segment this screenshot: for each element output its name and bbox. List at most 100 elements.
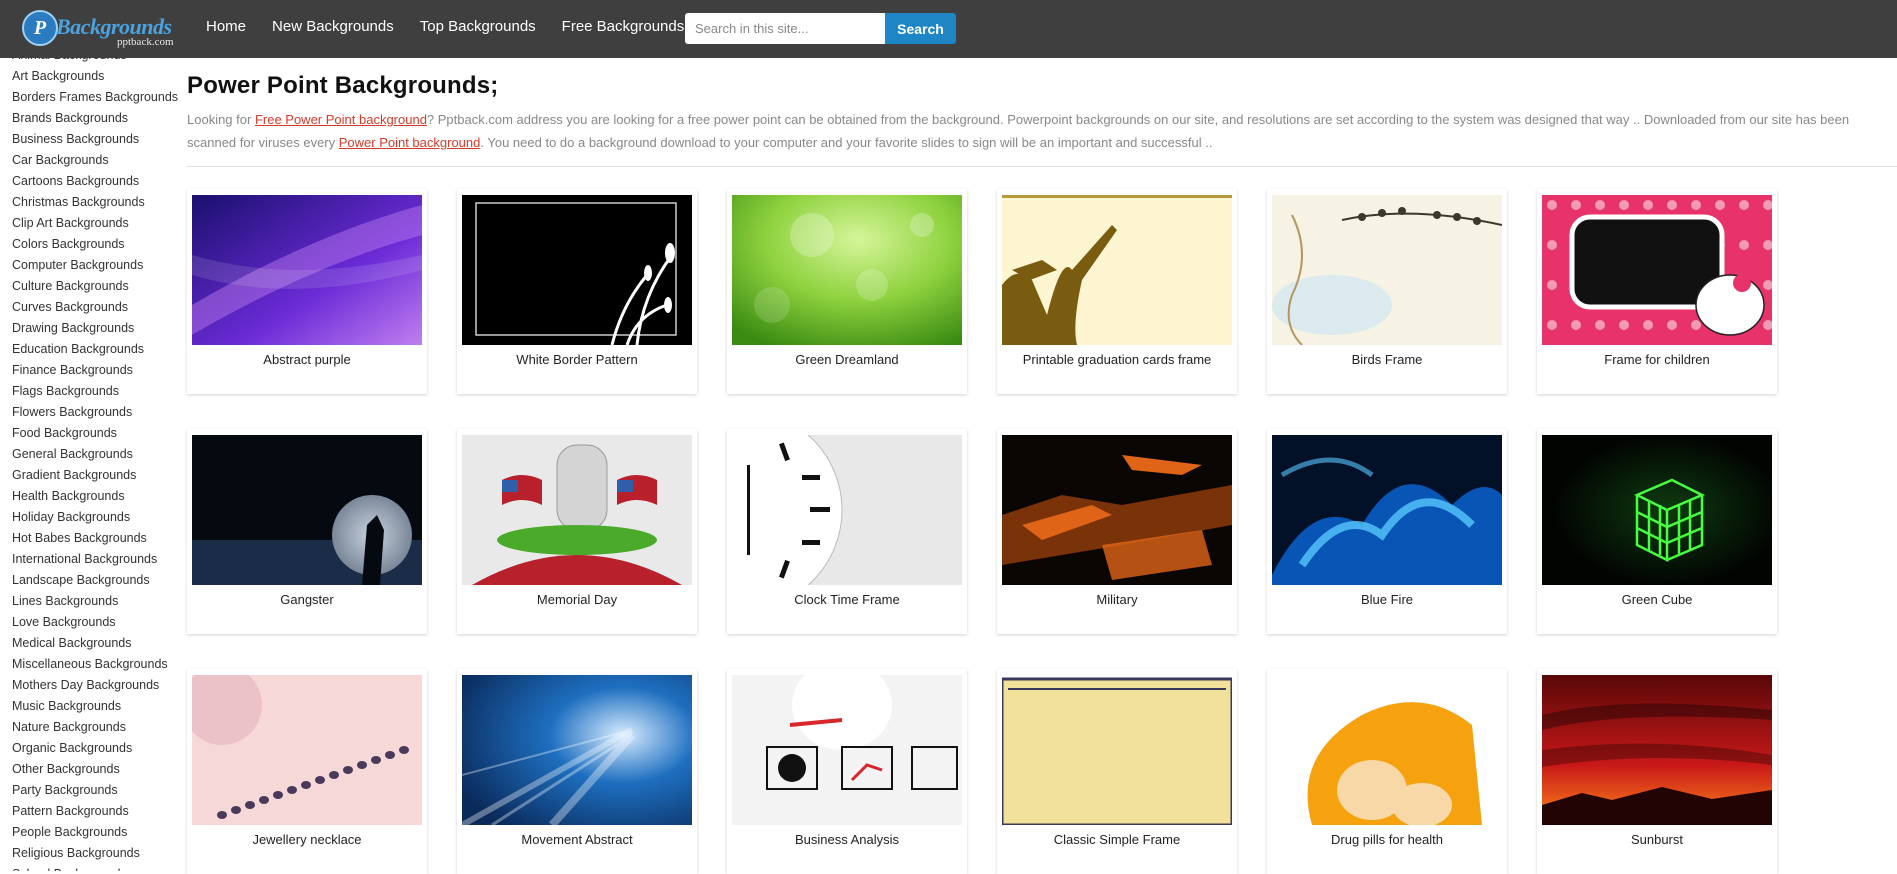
sidebar-item[interactable]: School Backgrounds [0,864,180,871]
sidebar-item[interactable]: Landscape Backgrounds [0,570,180,591]
sidebar-item[interactable]: Gradient Backgrounds [0,465,180,486]
card-title[interactable]: Movement Abstract [457,832,697,847]
card-title[interactable]: Business Analysis [727,832,967,847]
blue-fire-thumb[interactable] [1272,435,1502,585]
sidebar-item[interactable]: Nature Backgrounds [0,717,180,738]
card-title[interactable]: Frame for children [1537,352,1777,367]
background-card[interactable]: Jewellery necklace [187,669,427,874]
nav-free-backgrounds[interactable]: Free Backgrounds [562,18,685,35]
background-card[interactable]: Clock Time Frame [727,429,967,634]
military-thumb[interactable] [1002,435,1232,585]
card-title[interactable]: Drug pills for health [1267,832,1507,847]
free-power-point-background-link[interactable]: Free Power Point background [255,112,427,127]
classic-frame-thumb[interactable] [1002,675,1232,825]
sidebar-item[interactable]: Food Backgrounds [0,423,180,444]
site-logo[interactable]: P Backgrounds pptback.com [22,8,182,48]
gangster-thumb[interactable] [192,435,422,585]
sidebar-item[interactable]: Computer Backgrounds [0,255,180,276]
sidebar-item[interactable]: Clip Art Backgrounds [0,213,180,234]
background-card[interactable]: Drug pills for health [1267,669,1507,874]
business-analysis-thumb[interactable] [732,675,962,825]
nav-new-backgrounds[interactable]: New Backgrounds [272,18,394,35]
birds-frame-thumb[interactable] [1272,195,1502,345]
sidebar-item[interactable]: Cartoons Backgrounds [0,171,180,192]
pills-thumb[interactable] [1272,675,1502,825]
background-card[interactable]: Classic Simple Frame [997,669,1237,874]
sidebar-item[interactable]: Culture Backgrounds [0,276,180,297]
background-card[interactable]: Birds Frame [1267,189,1507,394]
sidebar-item[interactable]: Curves Backgrounds [0,297,180,318]
search-input[interactable] [685,13,885,44]
background-card[interactable]: Movement Abstract [457,669,697,874]
search-button[interactable]: Search [885,13,956,44]
sidebar-item[interactable]: Finance Backgrounds [0,360,180,381]
sidebar-item[interactable]: Organic Backgrounds [0,738,180,759]
sidebar-item[interactable]: Music Backgrounds [0,696,180,717]
card-title[interactable]: Blue Fire [1267,592,1507,607]
background-card[interactable]: White Border Pattern [457,189,697,394]
sidebar-item[interactable]: Flags Backgrounds [0,381,180,402]
green-cube-thumb[interactable] [1542,435,1772,585]
graduation-thumb[interactable] [1002,195,1232,345]
card-title[interactable]: White Border Pattern [457,352,697,367]
sidebar-item[interactable]: Religious Backgrounds [0,843,180,864]
sidebar-item[interactable]: International Backgrounds [0,549,180,570]
card-title[interactable]: Green Dreamland [727,352,967,367]
card-title[interactable]: Birds Frame [1267,352,1507,367]
card-title[interactable]: Jewellery necklace [187,832,427,847]
sidebar-item[interactable]: Colors Backgrounds [0,234,180,255]
sidebar-item[interactable]: Art Backgrounds [0,66,180,87]
sunburst-thumb[interactable] [1542,675,1772,825]
card-title[interactable]: Abstract purple [187,352,427,367]
sidebar-item[interactable]: General Backgrounds [0,444,180,465]
background-card[interactable]: Memorial Day [457,429,697,634]
background-card[interactable]: Green Dreamland [727,189,967,394]
sidebar-item[interactable]: Education Backgrounds [0,339,180,360]
card-title[interactable]: Printable graduation cards frame [997,352,1237,367]
memorial-day-thumb[interactable] [462,435,692,585]
clock-thumb[interactable] [732,435,962,585]
sidebar-item[interactable]: Other Backgrounds [0,759,180,780]
background-card[interactable]: Military [997,429,1237,634]
power-point-background-link[interactable]: Power Point background [339,135,481,150]
sidebar-item[interactable]: Business Backgrounds [0,129,180,150]
nav-top-backgrounds[interactable]: Top Backgrounds [420,18,536,35]
sidebar-item[interactable]: Health Backgrounds [0,486,180,507]
background-card[interactable]: Abstract purple [187,189,427,394]
sidebar-item[interactable]: Miscellaneous Backgrounds [0,654,180,675]
sidebar-item[interactable]: Christmas Backgrounds [0,192,180,213]
sidebar-item[interactable]: Brands Backgrounds [0,108,180,129]
sidebar-item[interactable]: Borders Frames Backgrounds [0,87,180,108]
card-title[interactable]: Sunburst [1537,832,1777,847]
background-card[interactable]: Blue Fire [1267,429,1507,634]
background-card[interactable]: Frame for children [1537,189,1777,394]
sidebar-item[interactable]: Drawing Backgrounds [0,318,180,339]
background-card[interactable]: Green Cube [1537,429,1777,634]
green-dreamland-thumb[interactable] [732,195,962,345]
sidebar-item[interactable]: Love Backgrounds [0,612,180,633]
sidebar-item[interactable]: Party Backgrounds [0,780,180,801]
movement-abstract-thumb[interactable] [462,675,692,825]
children-frame-thumb[interactable] [1542,195,1772,345]
nav-home[interactable]: Home [206,18,246,35]
sidebar-item[interactable]: Flowers Backgrounds [0,402,180,423]
white-border-thumb[interactable] [462,195,692,345]
background-card[interactable]: Business Analysis [727,669,967,874]
sidebar-item[interactable]: Hot Babes Backgrounds [0,528,180,549]
abstract-purple-thumb[interactable] [192,195,422,345]
card-title[interactable]: Classic Simple Frame [997,832,1237,847]
card-title[interactable]: Gangster [187,592,427,607]
sidebar-item[interactable]: People Backgrounds [0,822,180,843]
card-title[interactable]: Green Cube [1537,592,1777,607]
card-title[interactable]: Memorial Day [457,592,697,607]
sidebar-item[interactable]: Holiday Backgrounds [0,507,180,528]
card-title[interactable]: Military [997,592,1237,607]
necklace-thumb[interactable] [192,675,422,825]
sidebar-item[interactable]: Mothers Day Backgrounds [0,675,180,696]
sidebar-item[interactable]: Medical Backgrounds [0,633,180,654]
sidebar-item[interactable]: Lines Backgrounds [0,591,180,612]
background-card[interactable]: Printable graduation cards frame [997,189,1237,394]
sidebar-item[interactable]: Car Backgrounds [0,150,180,171]
card-title[interactable]: Clock Time Frame [727,592,967,607]
sidebar-item[interactable]: Pattern Backgrounds [0,801,180,822]
